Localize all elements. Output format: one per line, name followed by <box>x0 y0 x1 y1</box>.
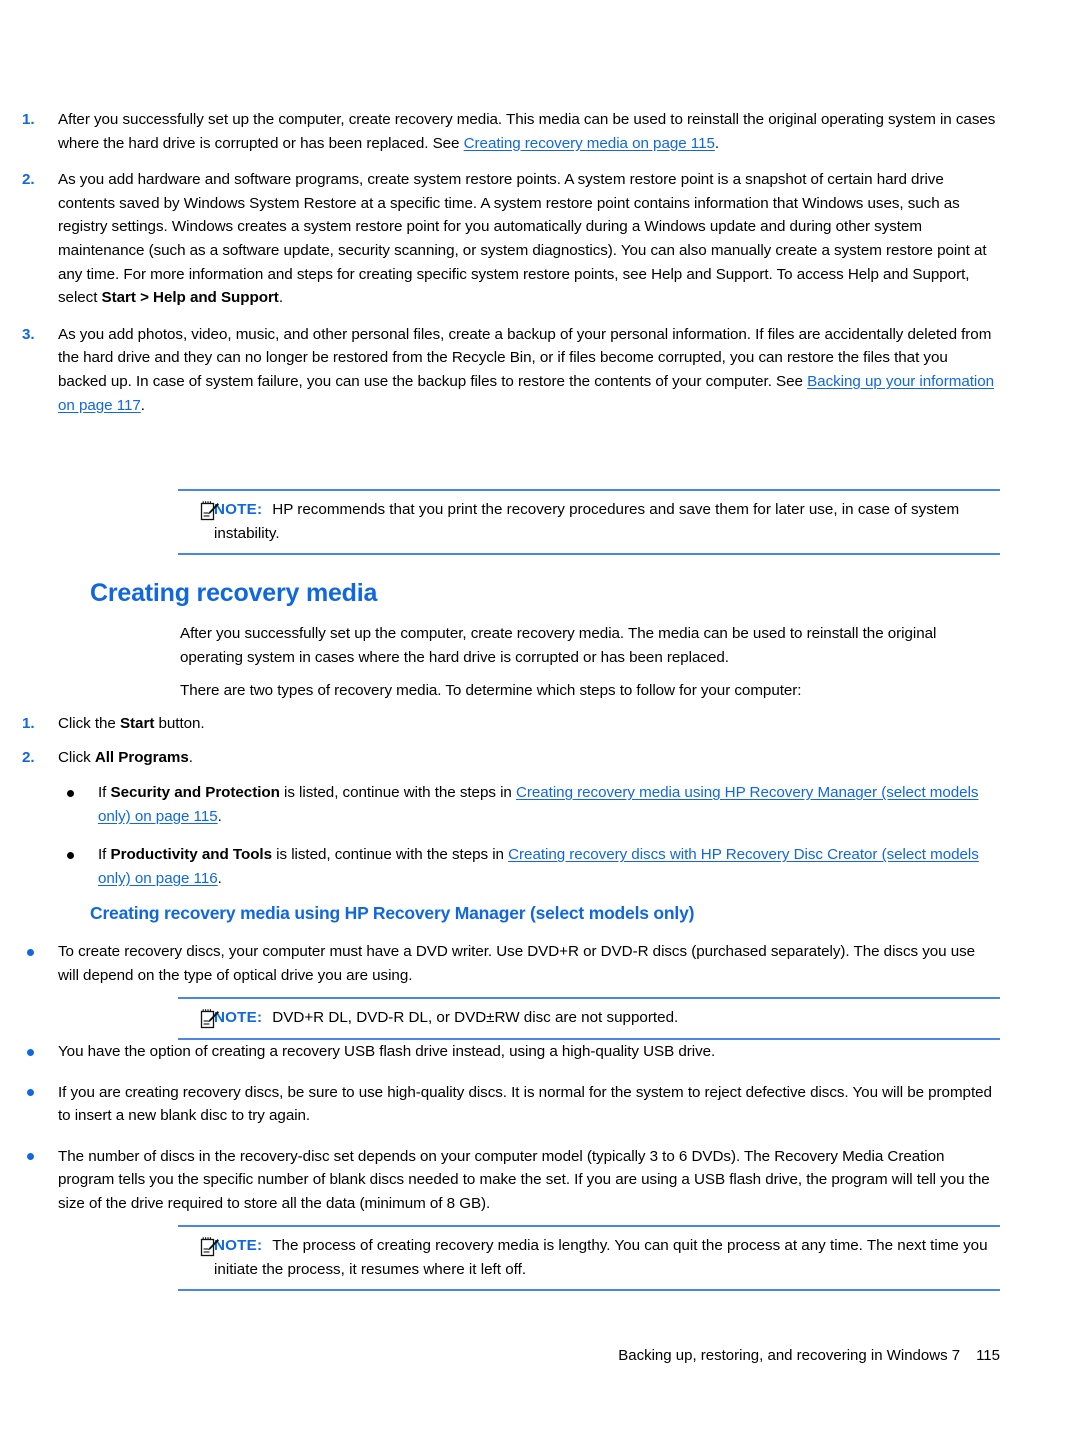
note-text: The process of creating recovery media i… <box>214 1237 988 1278</box>
text-run: is listed, continue with the steps in <box>279 784 516 801</box>
section-heading: Creating recovery media using HP Recover… <box>90 903 695 923</box>
bullet-dot-icon <box>67 789 74 797</box>
text-run: . <box>140 396 145 414</box>
list-marker: 1. <box>22 111 35 128</box>
emphasis-text: Start <box>119 715 155 732</box>
intro-steps-list: 1. After you successfully set up the com… <box>0 108 1000 427</box>
text-run: . <box>714 134 720 152</box>
text-run: Click the <box>58 715 120 732</box>
note-body: NOTE: DVD+R DL, DVD-R DL, or DVD±RW disc … <box>178 1006 1000 1030</box>
note-callout: NOTE: The process of creating recovery me… <box>178 1225 1000 1292</box>
page-title: Creating recovery media <box>90 579 378 607</box>
text-run: As you add hardware and software program… <box>58 171 987 307</box>
text-run: If <box>98 846 111 864</box>
list-item-text: Click the Start button. <box>58 715 205 732</box>
list-item-text: If Productivity and Tools is listed, con… <box>98 846 979 887</box>
list-marker: 1. <box>22 715 35 732</box>
text-run: Click <box>58 748 95 766</box>
bullet-dot-icon <box>67 851 74 859</box>
note-callout: NOTE: DVD+R DL, DVD-R DL, or DVD±RW disc … <box>178 997 1000 1040</box>
text-run: . <box>278 289 283 307</box>
text-run: button. <box>154 715 205 732</box>
page-number: 115 <box>976 1347 1000 1364</box>
paragraph: There are two types of recovery media. T… <box>180 682 802 699</box>
emphasis-text: Productivity and Tools <box>110 846 273 864</box>
list-item: 3. As you add photos, video, music, and … <box>0 323 1000 417</box>
note-label: NOTE: <box>214 1009 263 1026</box>
bullet-dot-icon <box>27 1048 34 1056</box>
document-page: 1. After you successfully set up the com… <box>0 0 1080 1437</box>
list-item: To create recovery discs, your computer … <box>0 940 1000 987</box>
list-item: The number of discs in the recovery-disc… <box>0 1145 1000 1216</box>
list-item-text: You have the option of creating a recove… <box>58 1043 716 1060</box>
manager-bullet-list-top: To create recovery discs, your computer … <box>0 940 1000 997</box>
note-pencil-icon <box>200 1008 220 1030</box>
list-item-text: To create recovery discs, your computer … <box>58 943 976 984</box>
bullet-dot-icon <box>27 1153 34 1161</box>
text-run: is listed, continue with the steps in <box>272 846 509 864</box>
list-item-text: As you add photos, video, music, and oth… <box>58 326 994 414</box>
list-marker: 2. <box>22 171 35 189</box>
list-marker: 2. <box>22 748 35 766</box>
page-footer: Backing up, restoring, and recovering in… <box>0 1346 1000 1366</box>
list-item: 1. Click the Start button. <box>0 712 1000 736</box>
manager-bullet-list-bottom: You have the option of creating a recove… <box>0 1040 1000 1226</box>
text-run: If <box>98 784 111 801</box>
note-body: NOTE: The process of creating recovery me… <box>178 1234 1000 1281</box>
text-run: . <box>217 869 222 887</box>
emphasis-text: Start > Help and Support <box>101 289 279 307</box>
list-item-text: Click All Programs. <box>58 749 193 766</box>
list-item-text: If you are creating recovery discs, be s… <box>58 1083 992 1125</box>
list-item-text: The number of discs in the recovery-disc… <box>58 1147 990 1212</box>
note-callout: NOTE: HP recommends that you print the re… <box>178 489 1000 556</box>
media-steps-list: 1. Click the Start button. 2. Click All … <box>0 712 1000 779</box>
list-item-text: If Security and Protection is listed, co… <box>98 784 979 825</box>
note-text: HP recommends that you print the recover… <box>214 501 960 542</box>
text-run: . <box>217 807 222 825</box>
list-item: If Security and Protection is listed, co… <box>40 781 1000 828</box>
cross-reference-link[interactable]: Creating recovery media on page 115 <box>464 135 715 152</box>
note-label: NOTE: <box>214 1237 263 1254</box>
note-text: DVD+R DL, DVD-R DL, or DVD±RW disc are n… <box>272 1009 679 1026</box>
footer-chapter-title: Backing up, restoring, and recovering in… <box>618 1347 961 1364</box>
note-body: NOTE: HP recommends that you print the re… <box>178 498 1000 545</box>
list-item: 2. Click All Programs. <box>0 746 1000 770</box>
note-pencil-icon <box>200 500 220 522</box>
list-item: You have the option of creating a recove… <box>0 1040 1000 1064</box>
list-marker: 3. <box>22 325 35 343</box>
emphasis-text: All Programs <box>94 748 189 766</box>
list-item: If Productivity and Tools is listed, con… <box>40 843 1000 890</box>
note-label: NOTE: <box>214 501 263 518</box>
list-item-text: After you successfully set up the comput… <box>58 111 995 152</box>
bullet-dot-icon <box>27 1089 34 1097</box>
emphasis-text: Security and Protection <box>110 784 280 801</box>
note-pencil-icon <box>200 1236 220 1258</box>
list-item: If you are creating recovery discs, be s… <box>0 1081 1000 1128</box>
list-item: 1. After you successfully set up the com… <box>0 108 1000 155</box>
text-run: . <box>188 748 193 766</box>
paragraph: After you successfully set up the comput… <box>180 625 937 666</box>
media-bullet-list: If Security and Protection is listed, co… <box>40 781 1000 905</box>
list-item: 2. As you add hardware and software prog… <box>0 168 1000 310</box>
bullet-dot-icon <box>27 948 34 956</box>
list-item-text: As you add hardware and software program… <box>58 171 987 306</box>
